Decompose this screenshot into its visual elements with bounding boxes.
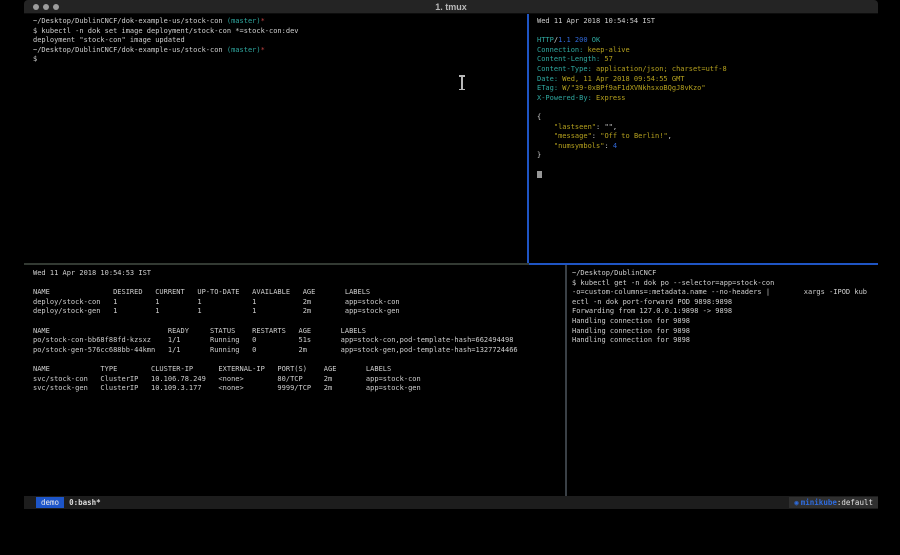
window-title-bar[interactable]: 1. tmux <box>24 0 878 14</box>
traffic-lights <box>33 4 59 10</box>
mouse-text-cursor-icon <box>458 75 465 90</box>
status-window-item[interactable]: 0:bash* <box>69 498 101 507</box>
kubernetes-context-icon: ◉ <box>794 498 799 507</box>
kube-namespace-label: :default <box>837 498 873 507</box>
terminal-window: 1. tmux ~/Desktop/DublinCNCF/dok-example… <box>24 0 878 513</box>
pane-divider-horizontal-left[interactable] <box>24 263 529 265</box>
pane-bottom-right-port-forward[interactable]: ~/Desktop/DublinCNCF$ kubectl get -n dok… <box>567 266 878 496</box>
close-button[interactable] <box>33 4 39 10</box>
minimize-button[interactable] <box>43 4 49 10</box>
pane-top-right-http-response[interactable]: Wed 11 Apr 2018 10:54:54 IST HTTP/1.1 20… <box>529 15 878 263</box>
kube-context-status: ◉ minikube :default <box>789 497 878 508</box>
zoom-button[interactable] <box>53 4 59 10</box>
pane-top-left-shell[interactable]: ~/Desktop/DublinCNCF/dok-example-us/stoc… <box>24 15 527 263</box>
session-name-badge: demo <box>36 497 64 508</box>
tmux-status-bar: demo 0:bash* ◉ minikube :default <box>24 496 878 509</box>
pane-divider-horizontal-right[interactable] <box>529 263 878 265</box>
pane-bottom-left-kubectl-get[interactable]: Wed 11 Apr 2018 10:54:53 IST NAME DESIRE… <box>24 266 565 496</box>
kube-context-label: minikube <box>801 498 837 507</box>
window-title: 1. tmux <box>24 0 878 14</box>
